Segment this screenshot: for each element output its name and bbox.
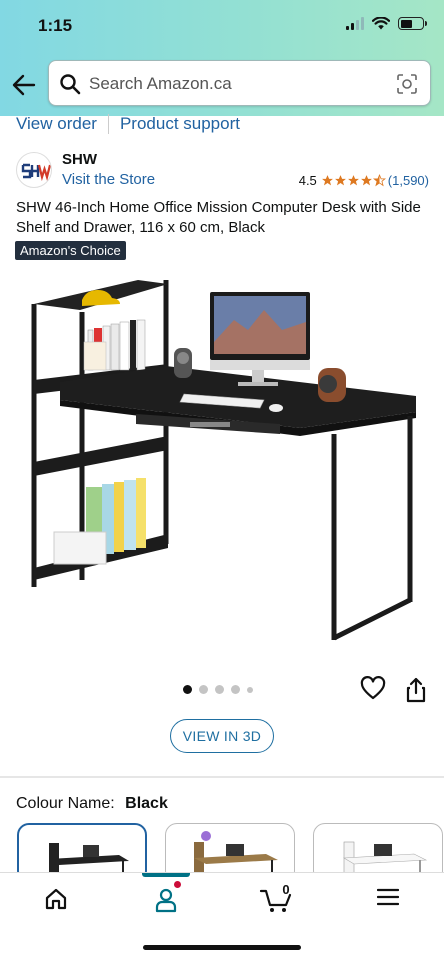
signal-icon [346,17,364,30]
status-time: 1:15 [38,16,73,35]
carousel-dot-4[interactable] [231,685,240,694]
order-links: View order Product support [16,114,240,134]
link-separator [107,114,109,134]
carousel-dot-5[interactable] [247,686,253,693]
colour-selector-label: Colour Name: Black [16,795,168,813]
notification-dot [174,881,181,888]
rating-summary[interactable]: 4.5 (1,590) [299,173,429,188]
menu-icon [377,888,399,906]
brand-logo[interactable] [16,152,52,188]
battery-icon [398,17,427,30]
visit-store-link[interactable]: Visit the Store [62,171,155,188]
search-input[interactable] [89,72,379,96]
search-icon [60,74,81,95]
carousel-dot-3[interactable] [215,685,224,694]
active-tab-indicator [142,873,190,877]
colour-value: Black [125,795,168,812]
amazons-choice-badge: Amazon's Choice [15,241,126,260]
status-icons [346,17,427,30]
header: 1:15 [0,0,444,116]
view-in-3d-button[interactable]: VIEW IN 3D [170,719,274,753]
brand-name: SHW [62,151,97,168]
carousel-dot-2[interactable] [199,685,208,694]
search-bar[interactable] [48,60,431,106]
product-title: SHW 46-Inch Home Office Mission Computer… [16,199,421,236]
colour-label: Colour Name: [16,795,115,812]
account-icon [155,888,177,913]
product-support-link[interactable]: Product support [120,114,240,134]
home-indicator [143,945,301,950]
rating-value: 4.5 [298,173,317,188]
share-icon[interactable] [405,677,427,703]
home-icon [45,888,67,910]
carousel-dot-1[interactable] [183,685,192,694]
section-divider [0,776,444,778]
back-arrow-icon[interactable] [10,72,38,98]
product-image[interactable] [20,272,424,652]
nav-home[interactable] [34,887,78,917]
image-carousel-dots[interactable] [183,685,253,694]
rating-count: (1,590) [387,173,429,188]
wifi-icon [372,17,390,30]
cart-count: 0 [282,882,290,897]
view-order-link[interactable]: View order [16,114,97,134]
heart-icon[interactable] [360,676,386,702]
camera-icon[interactable] [396,73,418,95]
nav-menu[interactable] [366,887,410,917]
star-rating-icon [321,174,386,187]
nav-account[interactable] [144,887,188,917]
